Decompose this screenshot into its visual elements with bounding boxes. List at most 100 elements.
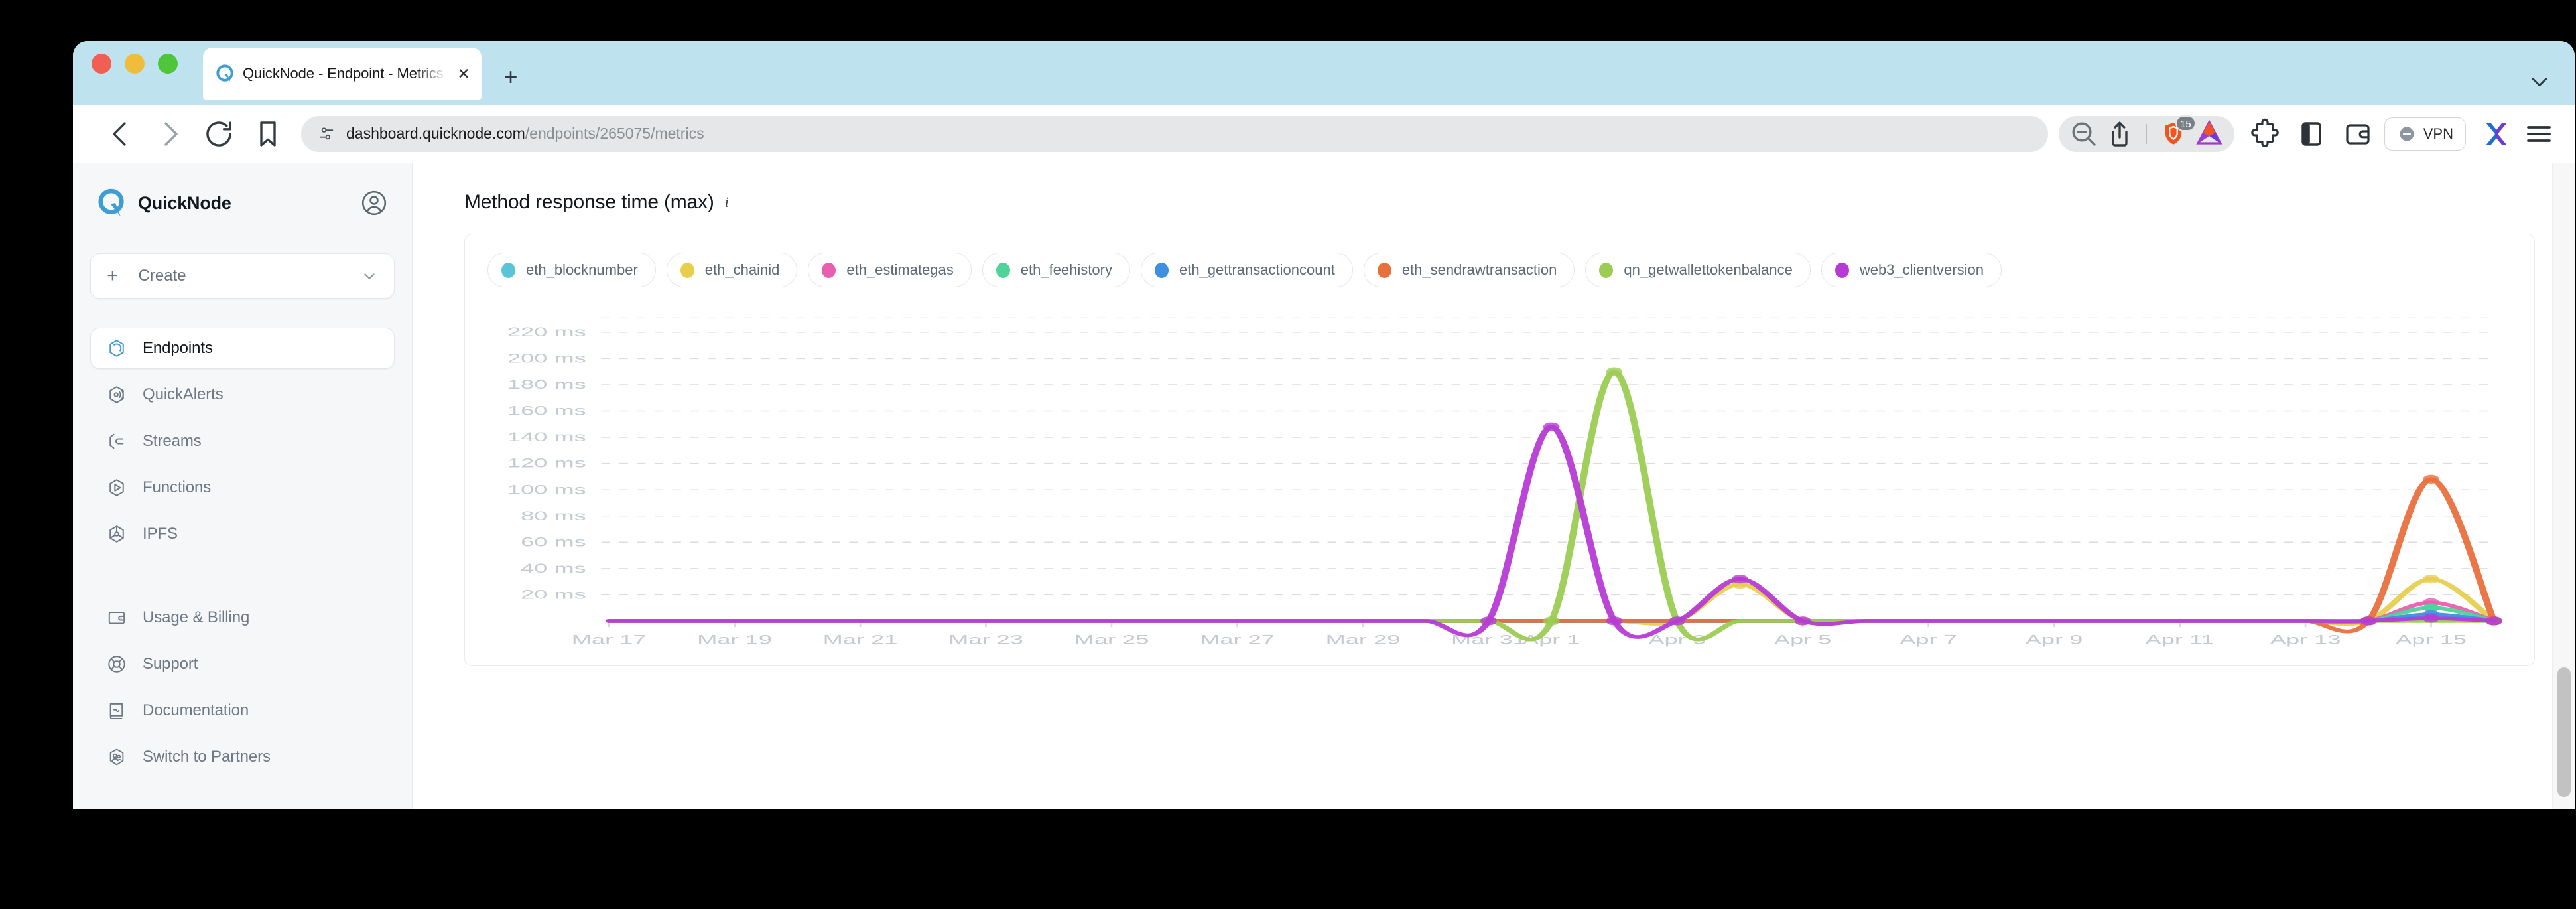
- y-axis-tick-label: 120 ms: [507, 456, 586, 470]
- line-chart-svg: 20 ms 40 ms 60 ms 80 ms 100 ms 120 ms 140 ms 16…: [507, 317, 2502, 647]
- legend-item-eth_blocknumber[interactable]: eth_blocknumber: [487, 253, 656, 287]
- vpn-label: VPN: [2423, 125, 2453, 142]
- sidebar-item-endpoints[interactable]: Endpoints: [90, 328, 395, 369]
- sidebar-brand[interactable]: QuickNode: [90, 184, 395, 222]
- sidebar-item-label: IPFS: [143, 525, 178, 543]
- chevron-right-icon[interactable]: [154, 118, 186, 150]
- brave-rewards-bat-icon[interactable]: [2193, 118, 2225, 150]
- data-point-web3_clientversion[interactable]: [1669, 616, 1686, 626]
- toolbar-divider: [2146, 123, 2147, 144]
- sidebar-item-label: Switch to Partners: [143, 748, 271, 766]
- legend-item-eth_estimategas[interactable]: eth_estimategas: [808, 253, 972, 287]
- lifebuoy-icon: [105, 653, 128, 675]
- sidebar-nav-secondary: Usage & Billing Support Documentation Sw…: [90, 597, 395, 778]
- zoom-out-icon[interactable]: [2068, 118, 2100, 150]
- sidebar-item-quickalerts[interactable]: QuickAlerts: [90, 374, 395, 415]
- legend-item-web3_clientversion[interactable]: web3_clientversion: [1821, 253, 2002, 287]
- main-content: Method response time (max) i eth_blocknu…: [413, 163, 2575, 809]
- url-bar[interactable]: dashboard.quicknode.com/endpoints/265075…: [301, 115, 2048, 152]
- data-point-qn_getwallettokenbalance[interactable]: [1606, 367, 1623, 376]
- sidebar-item-support[interactable]: Support: [90, 644, 395, 685]
- page-title: Method response time (max): [464, 191, 714, 213]
- reload-icon[interactable]: [203, 118, 235, 150]
- y-axis-tick-label: 60 ms: [521, 535, 586, 549]
- share-icon[interactable]: [2104, 118, 2136, 150]
- chevron-down-icon[interactable]: [2528, 70, 2551, 93]
- sidebar-item-label: Support: [143, 655, 198, 673]
- brave-shields-icon[interactable]: 15: [2157, 115, 2196, 150]
- sidebar-item-ipfs[interactable]: IPFS: [90, 514, 395, 555]
- x-axis-tick-label: Mar 17: [572, 633, 647, 647]
- data-point-web3_clientversion[interactable]: [2423, 614, 2439, 623]
- create-button[interactable]: + Create: [90, 253, 395, 299]
- data-point-qn_getwallettokenbalance[interactable]: [1543, 616, 1560, 626]
- data-point-web3_clientversion[interactable]: [1606, 616, 1623, 626]
- window-minimize-button[interactable]: [125, 54, 145, 74]
- legend-item-qn_getwallettokenbalance[interactable]: qn_getwallettokenbalance: [1585, 253, 1811, 287]
- sidebar-item-label: QuickAlerts: [143, 385, 224, 403]
- page-body: QuickNode + Create Endpoints QuickAlerts…: [73, 163, 2575, 809]
- plus-icon[interactable]: +: [496, 62, 525, 92]
- hamburger-menu-icon[interactable]: [2523, 118, 2555, 150]
- partners-icon: [105, 746, 128, 768]
- y-axis-tick-label: 100 ms: [507, 483, 586, 497]
- x-axis-tick-label: Apr 11: [2146, 633, 2215, 647]
- data-point-web3_clientversion[interactable]: [1480, 616, 1497, 626]
- sidebar-item-usage-billing[interactable]: Usage & Billing: [90, 597, 395, 638]
- brave-wallet-icon[interactable]: [2342, 118, 2374, 150]
- site-settings-icon[interactable]: [317, 125, 336, 143]
- data-point-web3_clientversion[interactable]: [1794, 616, 1811, 626]
- page-scrollbar-thumb[interactable]: [2557, 667, 2571, 797]
- series-line-qn_getwallettokenbalance: [605, 370, 2498, 642]
- legend-item-eth_sendrawtransaction[interactable]: eth_sendrawtransaction: [1363, 253, 1575, 287]
- sidebar-item-switch-to-partners[interactable]: Switch to Partners: [90, 736, 395, 778]
- data-point-eth_chainid[interactable]: [2423, 574, 2439, 584]
- data-point-web3_clientversion[interactable]: [1543, 422, 1560, 431]
- streams-icon: [105, 430, 128, 453]
- profile-x-icon[interactable]: [2480, 118, 2512, 150]
- extensions-puzzle-icon[interactable]: [2249, 118, 2281, 150]
- legend-item-eth_gettransactioncount[interactable]: eth_gettransactioncount: [1140, 253, 1353, 287]
- sidebar-panel-icon[interactable]: [2295, 118, 2327, 150]
- y-axis-tick-label: 20 ms: [521, 588, 586, 602]
- legend-item-eth_feehistory[interactable]: eth_feehistory: [982, 253, 1130, 287]
- functions-icon: [105, 476, 128, 499]
- sidebar-item-streams[interactable]: Streams: [90, 421, 395, 462]
- data-point-web3_clientversion[interactable]: [2360, 616, 2377, 626]
- y-axis-tick-label: 220 ms: [507, 325, 586, 339]
- info-icon[interactable]: i: [725, 194, 729, 211]
- legend-item-eth_chainid[interactable]: eth_chainid: [666, 253, 798, 287]
- data-point-web3_clientversion[interactable]: [1732, 574, 1748, 584]
- legend-item-label: eth_chainid: [704, 261, 780, 278]
- page-scrollbar[interactable]: [2552, 163, 2575, 809]
- y-axis-tick-label: 180 ms: [507, 378, 586, 391]
- x-axis-tick-label: Mar 27: [1200, 633, 1275, 647]
- sidebar-item-label: Endpoints: [143, 339, 213, 357]
- browser-tab-active[interactable]: QuickNode - Endpoint - Metrics ✕: [203, 48, 482, 100]
- legend-item-label: qn_getwallettokenbalance: [1624, 261, 1793, 278]
- chart-plot-area: 20 ms 40 ms 60 ms 80 ms 100 ms 120 ms 140 ms 16…: [487, 313, 2512, 652]
- y-axis-tick-label: 140 ms: [507, 430, 586, 444]
- url-path: /endpoints/265075/metrics: [525, 125, 704, 142]
- vpn-button[interactable]: VPN: [2384, 117, 2466, 151]
- legend-color-dot: [501, 262, 515, 278]
- sidebar-item-label: Usage & Billing: [143, 608, 250, 626]
- x-axis-tick-label: Apr 9: [2026, 633, 2083, 647]
- x-axis-tick-label: Mar 23: [948, 633, 1023, 647]
- sidebar-item-label: Documentation: [143, 701, 249, 719]
- sidebar-item-functions[interactable]: Functions: [90, 467, 395, 508]
- chart-card: eth_blocknumber eth_chainid eth_estimatega…: [464, 234, 2535, 666]
- browser-toolbar: dashboard.quicknode.com/endpoints/265075…: [73, 105, 2575, 163]
- window-close-button[interactable]: [92, 54, 111, 74]
- account-avatar-icon[interactable]: [360, 189, 388, 217]
- close-icon[interactable]: ✕: [455, 65, 472, 82]
- chevron-left-icon[interactable]: [105, 118, 137, 150]
- sidebar-brand-name: QuickNode: [138, 192, 231, 213]
- data-point-web3_clientversion[interactable]: [2485, 616, 2502, 626]
- window-maximize-button[interactable]: [158, 54, 178, 74]
- book-icon: [105, 699, 128, 722]
- data-point-eth_sendrawtransaction[interactable]: [2423, 474, 2439, 484]
- bookmark-icon[interactable]: [252, 118, 284, 150]
- quickalerts-icon: [105, 384, 128, 406]
- sidebar-item-documentation[interactable]: Documentation: [90, 690, 395, 731]
